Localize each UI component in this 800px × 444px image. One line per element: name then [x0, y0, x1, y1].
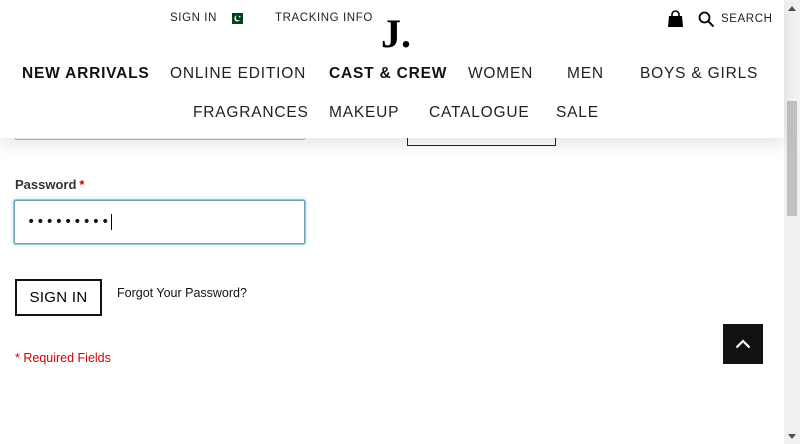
- nav-catalogue[interactable]: CATALOGUE: [429, 104, 530, 122]
- brand-logo[interactable]: J.: [381, 12, 411, 56]
- search-label[interactable]: SEARCH: [721, 13, 773, 25]
- password-field[interactable]: •••••••••: [14, 200, 305, 244]
- required-fields-note: * Required Fields: [15, 351, 111, 365]
- back-to-top-button[interactable]: [723, 324, 763, 364]
- scroll-up-arrow-icon[interactable]: [784, 0, 800, 16]
- search-icon[interactable]: [698, 11, 715, 33]
- forgot-password-link[interactable]: Forgot Your Password?: [117, 286, 247, 300]
- scrollbar-thumb[interactable]: [787, 101, 797, 216]
- site-header: SIGN IN TRACKING INFO J. SEARCH NEW ARRI…: [0, 0, 784, 138]
- nav-boys-and-girls[interactable]: BOYS & GIRLS: [640, 65, 758, 83]
- nav-fragrances[interactable]: FRAGRANCES: [193, 104, 309, 122]
- scroll-down-arrow-icon[interactable]: [784, 428, 800, 444]
- text-caret: [111, 214, 113, 230]
- required-marker: *: [79, 177, 85, 192]
- nav-cast-and-crew[interactable]: CAST & CREW: [329, 65, 447, 83]
- sign-in-button[interactable]: SIGN IN: [15, 279, 102, 316]
- pakistan-flag-icon[interactable]: [228, 13, 243, 24]
- header-sign-in-link[interactable]: SIGN IN: [170, 12, 217, 24]
- password-label-text: Password: [15, 177, 77, 192]
- nav-new-arrivals[interactable]: NEW ARRIVALS: [22, 65, 150, 83]
- shopping-bag-icon[interactable]: [667, 10, 684, 33]
- nav-makeup[interactable]: MAKEUP: [329, 104, 399, 122]
- password-label: Password *: [15, 177, 84, 192]
- nav-sale[interactable]: SALE: [556, 104, 599, 122]
- chevron-up-icon: [735, 339, 751, 349]
- vertical-scrollbar[interactable]: [784, 0, 800, 444]
- tracking-info-link[interactable]: TRACKING INFO: [275, 12, 373, 24]
- password-value: •••••••••: [27, 214, 111, 230]
- nav-men[interactable]: MEN: [567, 65, 604, 83]
- nav-women[interactable]: WOMEN: [468, 65, 533, 83]
- nav-online-edition[interactable]: ONLINE EDITION: [170, 65, 306, 83]
